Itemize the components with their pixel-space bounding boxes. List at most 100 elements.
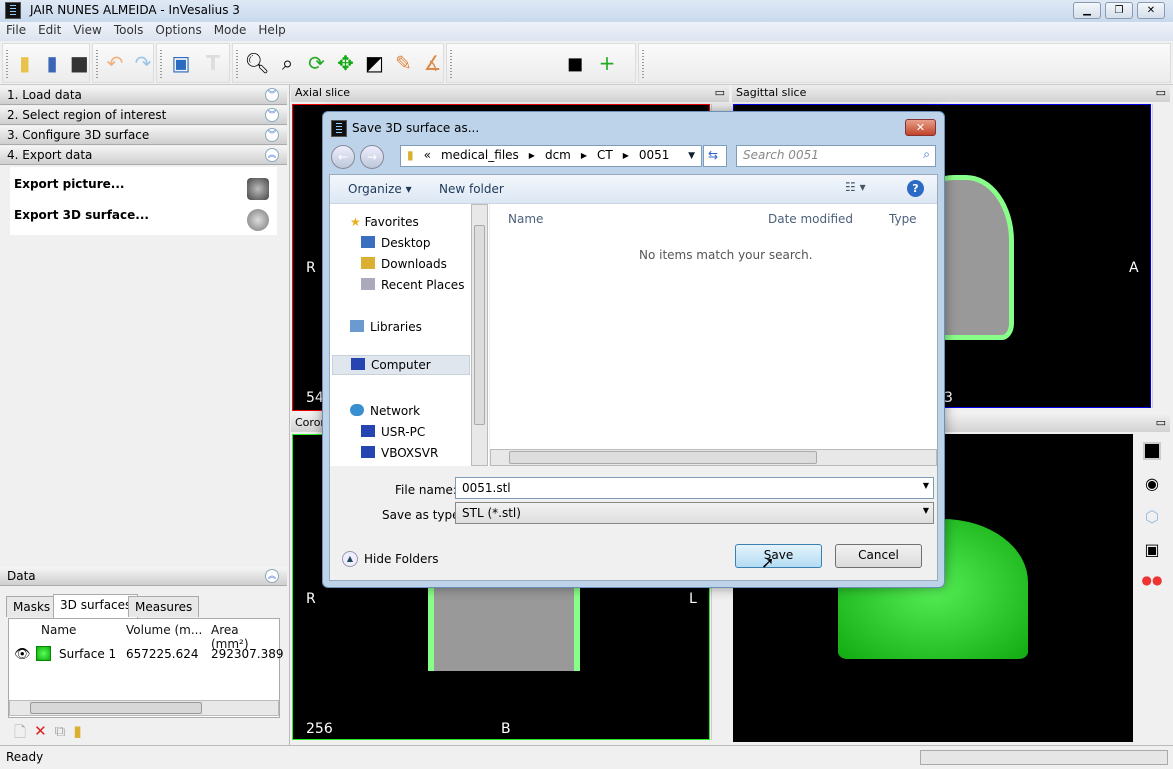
expand-icon[interactable]: ︾ — [265, 128, 279, 142]
collapse-icon[interactable]: ︽ — [265, 569, 279, 583]
menu-mode[interactable]: Mode — [208, 22, 253, 37]
expand-icon[interactable]: ︾ — [265, 108, 279, 122]
toolbar: ▮ ▮ ■ ↶ ↷ ▣ T 🔍︎ ⌕ ⟳ ✥ ◩ ✎ ∡ ◼ + — [0, 41, 1173, 85]
breadcrumb-ct[interactable]: CT — [597, 148, 613, 164]
section-export-data[interactable]: 4. Export data ︽ — [0, 146, 287, 165]
menu-edit[interactable]: Edit — [32, 22, 67, 37]
expand-icon[interactable]: ︾ — [265, 88, 279, 102]
tab-3d-surfaces[interactable]: 3D surfaces — [53, 594, 139, 618]
nav-scrollbar[interactable] — [471, 204, 488, 466]
export-surface-link[interactable]: Export 3D surface... — [14, 208, 149, 222]
volume-raycasting-icon[interactable]: ◉ — [1145, 474, 1159, 493]
column-name[interactable]: Name — [508, 212, 543, 226]
nav-downloads[interactable]: Downloads — [361, 257, 447, 271]
layout-icon[interactable]: ▣ — [169, 51, 193, 75]
menu-view[interactable]: View — [67, 22, 107, 37]
new-folder-button[interactable]: New folder — [439, 182, 504, 196]
nav-recent-places[interactable]: Recent Places — [361, 278, 464, 292]
export-picture-link[interactable]: Export picture... — [14, 177, 124, 191]
nav-favorites[interactable]: ★ Favorites — [350, 215, 419, 229]
nav-network[interactable]: Network — [350, 404, 420, 418]
duplicate-surface-icon[interactable]: ⧉ — [55, 722, 66, 747]
save-button[interactable]: Save — [735, 544, 822, 568]
back-button[interactable]: ← — [331, 145, 355, 169]
search-icon[interactable]: ⌕ — [923, 147, 930, 162]
section-load-data[interactable]: 1. Load data ︾ — [0, 86, 287, 105]
organize-button[interactable]: Organize ▾ — [348, 182, 412, 196]
breadcrumb-overflow[interactable]: « — [424, 148, 431, 164]
stereo-icon[interactable]: ●● — [1142, 573, 1163, 587]
snapshot-icon[interactable]: ▣ — [1144, 540, 1159, 559]
forward-button[interactable]: → — [360, 145, 384, 169]
import-dicom-icon[interactable]: ▮ — [42, 51, 61, 75]
file-list-scrollbar[interactable] — [490, 449, 937, 466]
dialog-close-button[interactable]: ✕ — [905, 119, 936, 136]
breadcrumb-medical-files[interactable]: medical_files — [441, 148, 519, 164]
view-orientation-icon[interactable]: ⬡ — [1145, 507, 1159, 526]
hide-folders-button[interactable]: ▲ Hide Folders — [342, 551, 439, 567]
column-date-modified[interactable]: Date modified — [768, 212, 853, 226]
tab-masks[interactable]: Masks — [6, 596, 58, 617]
rotate-icon[interactable]: ⟳ — [306, 51, 327, 75]
menu-help[interactable]: Help — [252, 22, 291, 37]
section-select-roi[interactable]: 2. Select region of interest ︾ — [0, 106, 287, 125]
tab-measures[interactable]: Measures — [128, 596, 200, 617]
maximize-icon[interactable]: ▭ — [715, 86, 725, 101]
close-button[interactable]: ✕ — [1137, 2, 1165, 19]
address-dropdown-icon[interactable]: ▼ — [688, 148, 695, 164]
minimize-button[interactable]: ▁ — [1073, 2, 1101, 19]
import-folder-icon[interactable]: ▮ — [15, 51, 34, 75]
zoom-icon[interactable]: 🔍︎ — [244, 51, 269, 75]
breadcrumb-0051[interactable]: 0051 — [639, 148, 670, 164]
status-bar: Ready — [0, 745, 1173, 769]
search-input[interactable]: Search 0051 ⌕ — [736, 145, 936, 167]
measure-distance-icon[interactable]: ✎ — [393, 51, 414, 75]
help-icon[interactable]: ? — [907, 180, 924, 197]
table-row[interactable]: 👁︎ Surface 1 657225.624 292307.389 — [9, 645, 284, 665]
refresh-icon[interactable]: ⇆ — [703, 145, 727, 167]
column-type[interactable]: Type — [889, 212, 917, 226]
nav-desktop[interactable]: Desktop — [361, 236, 431, 250]
redo-icon[interactable]: ↷ — [133, 51, 153, 75]
menu-options[interactable]: Options — [149, 22, 207, 37]
column-volume[interactable]: Volume (m... — [126, 623, 202, 637]
file-name-input[interactable]: 0051.stl ▼ — [455, 477, 934, 499]
save-dialog: Save 3D surface as... ✕ ← → ▮ « medical_… — [322, 111, 945, 588]
export-surface-icon[interactable] — [247, 209, 269, 231]
nav-libraries[interactable]: Libraries — [350, 320, 422, 334]
nav-computer[interactable]: Computer — [332, 355, 470, 375]
contrast-icon[interactable]: ◩ — [364, 51, 385, 75]
surface-color-swatch[interactable] — [36, 646, 51, 661]
background-color-icon[interactable] — [1143, 442, 1161, 460]
pan-icon[interactable]: ✥ — [335, 51, 356, 75]
save-type-select[interactable]: STL (*.stl) ▼ — [455, 502, 934, 524]
column-name[interactable]: Name — [41, 623, 76, 637]
text-icon[interactable]: T — [201, 51, 225, 75]
export-icon[interactable]: ■ — [70, 51, 89, 75]
horizontal-scrollbar[interactable] — [9, 700, 279, 716]
maximize-icon[interactable]: ▭ — [1156, 86, 1166, 101]
measure-angle-icon[interactable]: ∡ — [422, 51, 443, 75]
eye-icon[interactable]: 👁︎ — [14, 647, 31, 662]
section-configure-surface[interactable]: 3. Configure 3D surface ︾ — [0, 126, 287, 145]
undo-icon[interactable]: ↶ — [105, 51, 125, 75]
new-surface-icon[interactable]: 🗋 — [14, 722, 26, 747]
address-bar[interactable]: ▮ « medical_files ▶ dcm ▶ CT ▶ 0051 ▼ — [400, 145, 702, 167]
cancel-button[interactable]: Cancel — [835, 544, 922, 568]
delete-surface-icon[interactable]: ✕ — [34, 722, 47, 747]
slice-tool-icon[interactable]: ◼ — [563, 51, 587, 75]
breadcrumb-dcm[interactable]: dcm — [545, 148, 571, 164]
collapse-icon[interactable]: ︽ — [265, 148, 279, 162]
nav-vboxsvr[interactable]: VBOXSVR — [361, 446, 438, 460]
export-surface-folder-icon[interactable]: ▮ — [73, 722, 81, 747]
sagittal-scrollbar[interactable] — [1152, 104, 1168, 408]
maximize-icon[interactable]: ▭ — [1156, 416, 1166, 429]
restore-button[interactable]: ❐ — [1105, 2, 1133, 19]
menu-tools[interactable]: Tools — [108, 22, 150, 37]
export-picture-icon[interactable] — [247, 178, 269, 200]
nav-usr-pc[interactable]: USR-PC — [361, 425, 425, 439]
add-mark-icon[interactable]: + — [595, 51, 619, 75]
view-options-icon[interactable]: ☷ ▾ — [845, 180, 866, 194]
menu-file[interactable]: File — [0, 22, 32, 37]
zoom-select-icon[interactable]: ⌕ — [277, 51, 298, 75]
